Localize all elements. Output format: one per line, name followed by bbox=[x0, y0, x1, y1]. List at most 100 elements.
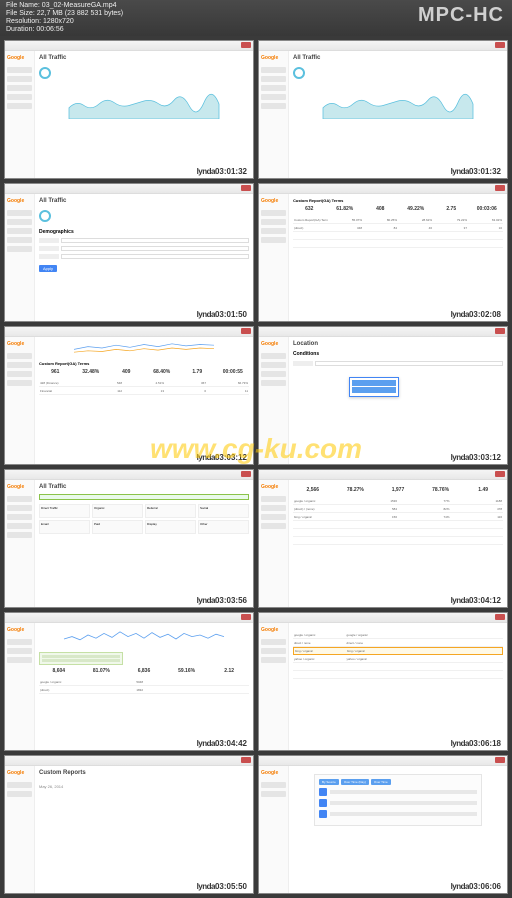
browser-chrome bbox=[5, 41, 253, 51]
timestamp-overlay: lynda03:04:42 bbox=[195, 739, 249, 748]
selected-segment[interactable] bbox=[39, 494, 249, 500]
close-icon bbox=[241, 471, 251, 477]
browser-chrome bbox=[5, 756, 253, 766]
thumbnail-11[interactable]: Google Custom Reports May 26, 2014 lynda… bbox=[4, 755, 254, 894]
brand-logo: Google bbox=[7, 770, 32, 776]
tab[interactable]: Over Time (Day) bbox=[341, 779, 369, 785]
table-row[interactable] bbox=[293, 671, 503, 679]
widget-title bbox=[330, 801, 477, 805]
thumbnail-3[interactable]: Google All Traffic Demographics Apply ly… bbox=[4, 183, 254, 322]
ga-sidebar: Google bbox=[259, 766, 289, 893]
thumbnail-10[interactable]: Google google / organicgoogle / organic … bbox=[258, 612, 508, 751]
table-row[interactable]: (direct)1832 bbox=[39, 686, 249, 694]
age-input[interactable] bbox=[61, 238, 249, 243]
segment-card[interactable]: Direct Traffic bbox=[39, 504, 90, 518]
close-icon bbox=[495, 42, 505, 48]
segment-card[interactable]: Organic bbox=[92, 504, 143, 518]
thumbnail-8[interactable]: Google 2,566 78.27% 1,977 78.76% 1.49 go… bbox=[258, 469, 508, 608]
stats-summary: 632 61.82% 408 49.22% 2.75 00:03:06 bbox=[293, 206, 503, 212]
thumbnail-5[interactable]: Google Custom Report(GA) Terms 961 32.48… bbox=[4, 326, 254, 465]
sessions-line-chart bbox=[39, 627, 249, 647]
brand-logo: Google bbox=[7, 198, 32, 204]
table-row[interactable]: direct / nonedirect / none bbox=[293, 639, 503, 647]
thumbnail-7[interactable]: Google All Traffic Direct Traffic Organi… bbox=[4, 469, 254, 608]
tab[interactable]: By Source bbox=[319, 779, 339, 785]
table-row[interactable] bbox=[293, 240, 503, 248]
timestamp-overlay: lynda03:04:12 bbox=[449, 596, 503, 605]
timestamp-overlay: lynda03:01:50 bbox=[195, 310, 249, 319]
gender-input[interactable] bbox=[61, 246, 249, 251]
thumbnail-9[interactable]: Google 8,604 81.07% 6,836 59.16% 2.12 bbox=[4, 612, 254, 751]
thumbnail-12[interactable]: Google By Source Over Time (Day) Over Ti… bbox=[258, 755, 508, 894]
main-content: 8,604 81.07% 6,836 59.16% 2.12 google / … bbox=[35, 623, 253, 750]
stats-summary: 8,604 81.07% 6,836 59.16% 2.12 bbox=[39, 668, 249, 674]
table-row[interactable] bbox=[293, 521, 503, 529]
main-content: All Traffic bbox=[35, 51, 253, 178]
form-row bbox=[293, 361, 503, 366]
ga-sidebar: Google bbox=[5, 480, 35, 607]
apply-button[interactable]: Apply bbox=[39, 265, 57, 272]
thumbnail-4[interactable]: Google Custom Report(GA) Terms 632 61.82… bbox=[258, 183, 508, 322]
table-row[interactable] bbox=[293, 232, 503, 240]
ga-sidebar: Google bbox=[5, 623, 35, 750]
widget-item[interactable] bbox=[319, 788, 477, 796]
table-row[interactable]: (direct) / (none) 584 82% 478 bbox=[293, 505, 503, 513]
segment-card[interactable]: Other bbox=[198, 520, 249, 534]
condition-input[interactable] bbox=[315, 361, 503, 366]
timestamp-overlay: lynda03:06:06 bbox=[449, 882, 503, 891]
segment-card[interactable]: Paid bbox=[92, 520, 143, 534]
segment-card[interactable]: Referral bbox=[145, 504, 196, 518]
dropdown-option[interactable] bbox=[352, 380, 396, 386]
table-row[interactable] bbox=[293, 537, 503, 545]
page-heading: Custom Reports bbox=[39, 770, 249, 776]
table-row[interactable]: Financial 112 13 0 11 bbox=[39, 387, 249, 395]
dropdown-menu[interactable] bbox=[349, 377, 399, 397]
table-row[interactable] bbox=[293, 529, 503, 537]
ga-sidebar: Google bbox=[5, 194, 35, 321]
app-header: File Name: 03_02-MeasureGA.mp4 File Size… bbox=[0, 0, 512, 36]
table-row[interactable] bbox=[293, 663, 503, 671]
report-icon bbox=[319, 810, 327, 818]
page-heading: All Traffic bbox=[39, 55, 249, 61]
segment-card[interactable]: Social bbox=[198, 504, 249, 518]
stats-summary: 961 32.48% 409 68.40% 1.79 00:00:55 bbox=[39, 369, 249, 375]
segment-card[interactable]: Email bbox=[39, 520, 90, 534]
sidebar-item bbox=[7, 67, 32, 73]
thumbnail-1[interactable]: Google All Traffic lynda03:01:32 bbox=[4, 40, 254, 179]
widget-title bbox=[330, 790, 477, 794]
table-row[interactable]: 428 (Finance) 548 4.51% 367 66.73% bbox=[39, 379, 249, 387]
table-row[interactable]: google / organic5048 bbox=[39, 678, 249, 686]
main-content: By Source Over Time (Day) Over Time bbox=[289, 766, 507, 893]
table-row[interactable]: Custom Report(GA) Terms 55.07% 80.25% 28… bbox=[293, 216, 503, 224]
tab[interactable]: Over Time bbox=[371, 779, 391, 785]
thumbnail-grid: Google All Traffic lynda03:01:32 Google bbox=[0, 36, 512, 898]
location-input[interactable] bbox=[61, 254, 249, 259]
page-heading: All Traffic bbox=[293, 55, 503, 61]
table-row[interactable]: yahoo / organicyahoo / organic bbox=[293, 655, 503, 663]
table-row[interactable]: google / organicgoogle / organic bbox=[293, 631, 503, 639]
thumbnail-6[interactable]: Google Location Conditions lynda03:03:12 bbox=[258, 326, 508, 465]
segment-box[interactable] bbox=[39, 652, 123, 665]
table-title: Custom Report(GA) Terms bbox=[293, 198, 503, 203]
close-icon bbox=[495, 757, 505, 763]
close-icon bbox=[241, 185, 251, 191]
close-icon bbox=[241, 328, 251, 334]
brand-logo: Google bbox=[7, 341, 32, 347]
widget-item[interactable] bbox=[319, 799, 477, 807]
table-row[interactable]: (direct) 348 84 46 37 10 bbox=[293, 224, 503, 232]
table-row[interactable]: google / organic 1536 77% 1188 bbox=[293, 497, 503, 505]
timestamp-overlay: lynda03:02:08 bbox=[449, 310, 503, 319]
data-table: Custom Report(GA) Terms 55.07% 80.25% 28… bbox=[293, 216, 503, 248]
browser-chrome bbox=[5, 327, 253, 337]
widget-item[interactable] bbox=[319, 810, 477, 818]
close-icon bbox=[495, 328, 505, 334]
timestamp-overlay: lynda03:05:50 bbox=[195, 882, 249, 891]
table-row[interactable]: bing / organic 156 74% 116 bbox=[293, 513, 503, 521]
table-row-highlighted[interactable]: bing / organicbing / organic bbox=[293, 647, 503, 655]
close-icon bbox=[495, 471, 505, 477]
thumbnail-2[interactable]: Google All Traffic lynda03:01:32 bbox=[258, 40, 508, 179]
data-table: 428 (Finance) 548 4.51% 367 66.73% Finan… bbox=[39, 379, 249, 395]
segment-card[interactable]: Display bbox=[145, 520, 196, 534]
dropdown-option[interactable] bbox=[352, 387, 396, 393]
main-content: google / organicgoogle / organic direct … bbox=[289, 623, 507, 750]
